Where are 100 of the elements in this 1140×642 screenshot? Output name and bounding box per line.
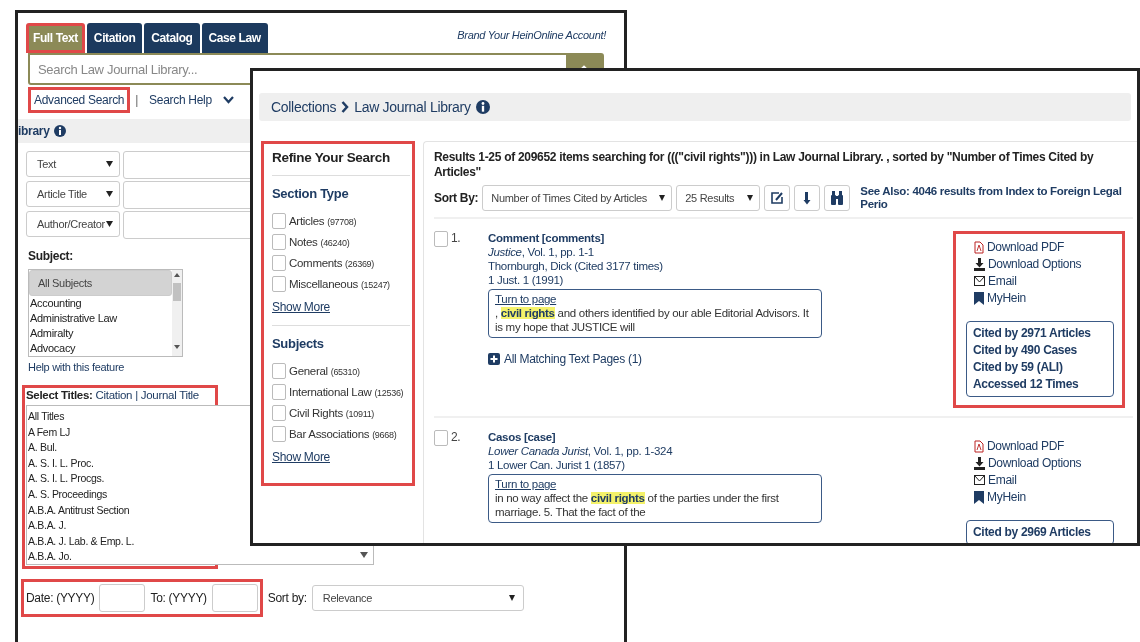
- title-option[interactable]: A.B.A. J. Lab. & Emp. L.: [28, 533, 135, 550]
- plus-icon: [488, 353, 500, 365]
- action-link[interactable]: Download Options: [974, 456, 1114, 470]
- result-author: 1 Lower Can. Jurist 1 (1857): [488, 458, 626, 472]
- title-option[interactable]: A.B.A. Jo.: [28, 549, 72, 565]
- results-heading: Results 1-25 of 209652 items searching for ((("civil rights"))) in Law Journal Library. , sorted by "Number of Times Cited by Articles": [434, 150, 1095, 180]
- show-more-link[interactable]: Show More: [272, 300, 330, 314]
- select-titles-label: Select Titles:: [26, 389, 93, 401]
- citation-stat-link[interactable]: Cited by 2969 Articles: [973, 524, 1107, 541]
- checkbox[interactable]: [272, 384, 286, 400]
- filter-option[interactable]: General (65310): [272, 363, 410, 379]
- year-field[interactable]: [211, 584, 258, 612]
- results-per-page-select[interactable]: 25 Results: [676, 185, 761, 211]
- citation-stat-link[interactable]: Cited by 59 (ALI): [973, 359, 1107, 376]
- subject-option[interactable]: Admiralty: [29, 326, 172, 341]
- help-link[interactable]: Help with this feature: [28, 361, 125, 373]
- filter-option[interactable]: International Law (12536): [272, 384, 410, 400]
- search-link[interactable]: Advanced Search: [28, 87, 131, 113]
- show-more-link[interactable]: Show More: [272, 450, 330, 464]
- citation-stat-link[interactable]: Cited by 2971 Articles: [973, 325, 1107, 342]
- sort-label: Sort By:: [434, 191, 479, 205]
- date-from-label: Date: (YYYY): [26, 591, 95, 605]
- checkbox[interactable]: [272, 405, 286, 421]
- field-select[interactable]: Article Title: [26, 181, 120, 207]
- scrollbar[interactable]: [172, 270, 182, 356]
- title-mode-link[interactable]: Journal Title: [140, 389, 199, 401]
- title-option[interactable]: A.B.A. Antitrust Section: [28, 502, 130, 519]
- scroll-down-icon[interactable]: [360, 552, 368, 558]
- checkbox[interactable]: [272, 426, 286, 442]
- action-link[interactable]: MyHein: [974, 291, 1114, 305]
- info-icon: [475, 100, 490, 114]
- turn-to-page-link[interactable]: Turn to page: [495, 293, 557, 305]
- checkbox[interactable]: [272, 234, 286, 250]
- year-field[interactable]: [99, 584, 146, 612]
- citation-stat-link[interactable]: Cited by 490 Cases: [973, 342, 1107, 359]
- checkbox[interactable]: [272, 213, 286, 229]
- brand-link[interactable]: Brand Your HeinOnline Account!: [457, 29, 606, 53]
- action-link[interactable]: Download Options: [974, 257, 1114, 271]
- checkbox[interactable]: [272, 276, 286, 292]
- title-option[interactable]: All Titles: [28, 409, 65, 425]
- checkbox[interactable]: [434, 430, 448, 446]
- title-option[interactable]: A. S. I. L. Procgs.: [28, 471, 104, 487]
- action-link[interactable]: Email: [974, 473, 1114, 487]
- caret-icon: [508, 595, 515, 601]
- sort-label: Sort by:: [267, 591, 307, 605]
- sort-order-button[interactable]: [794, 185, 821, 211]
- title-option[interactable]: A Fem LJ: [28, 424, 70, 441]
- result-source: Justice, Vol. 1, pp. 1-1: [488, 245, 595, 259]
- checkbox[interactable]: [272, 363, 286, 379]
- search-tab[interactable]: Case Law: [201, 23, 268, 53]
- title-option[interactable]: A.B.A. J.: [28, 518, 67, 534]
- result-number: 1.: [451, 231, 461, 245]
- citation-stat-link[interactable]: Accessed 12 Times: [973, 376, 1107, 393]
- subject-option[interactable]: Accounting: [29, 296, 172, 311]
- checkbox[interactable]: [434, 231, 448, 247]
- result-source: Lower Canada Jurist, Vol. 1, pp. 1-324: [488, 444, 674, 458]
- subject-option[interactable]: Advocacy: [29, 341, 172, 356]
- search-tab[interactable]: Catalog: [144, 23, 200, 53]
- turn-to-page-link[interactable]: Turn to page: [495, 478, 557, 490]
- action-link[interactable]: Download PDF: [974, 240, 1114, 254]
- subject-option[interactable]: Administrative Law: [29, 311, 172, 326]
- binoculars-button[interactable]: [824, 185, 851, 211]
- matching-pages-link[interactable]: All Matching Text Pages (1): [504, 352, 642, 366]
- link-separator: |: [135, 93, 139, 107]
- filter-option[interactable]: Miscellaneous (15247): [272, 276, 410, 292]
- subject-option[interactable]: All Subjects: [29, 270, 172, 296]
- date-to-label: To: (YYYY): [150, 591, 207, 605]
- checkbox[interactable]: [272, 255, 286, 271]
- action-link[interactable]: Download PDF: [974, 439, 1114, 453]
- see-also-link[interactable]: See Also: 4046 results from Index to Foreign Legal Perio: [860, 185, 1133, 211]
- breadcrumb-link[interactable]: Collections: [271, 99, 337, 115]
- title-option[interactable]: A. S. I. L. Proc.: [28, 455, 94, 472]
- filter-option[interactable]: Articles (97708): [272, 213, 410, 229]
- snippet-text: in no way affect the civil rights of the parties under the first marriage. 5. That the fact of the: [495, 491, 780, 519]
- sort-select[interactable]: Number of Times Cited by Articles: [482, 185, 673, 211]
- search-placeholder: Search Law Journal Library...: [37, 61, 199, 77]
- edit-button[interactable]: [764, 185, 791, 211]
- field-select[interactable]: Author/Creator: [26, 211, 120, 237]
- title-mode-link[interactable]: Citation: [95, 389, 133, 401]
- search-link[interactable]: Search Help: [143, 87, 218, 113]
- envelope-icon: [974, 276, 985, 286]
- result-title-link[interactable]: Casos [case]: [488, 431, 556, 443]
- sort-select[interactable]: Relevance: [311, 585, 524, 611]
- caret-icon: [106, 161, 113, 167]
- action-link[interactable]: Email: [974, 274, 1114, 288]
- subject-listbox[interactable]: All Subjects Accounting Administrative Law Admiralty Advocacy: [28, 269, 183, 357]
- action-link[interactable]: MyHein: [974, 490, 1114, 504]
- search-tab[interactable]: Citation: [86, 23, 143, 53]
- result-title-link[interactable]: Comment [comments]: [488, 232, 604, 244]
- search-tab[interactable]: Full Text: [26, 23, 85, 53]
- filter-heading: Section Type: [272, 186, 350, 201]
- caret-icon: [106, 221, 113, 227]
- filter-option[interactable]: Notes (46240): [272, 234, 410, 250]
- field-select[interactable]: Text: [26, 151, 120, 177]
- title-option[interactable]: A. S. Proceedings: [28, 486, 107, 503]
- bookmark-icon: [974, 490, 984, 504]
- title-option[interactable]: A. Bul.: [28, 440, 57, 456]
- filter-heading: Subjects: [272, 336, 325, 351]
- pdf-file-icon: [974, 240, 984, 254]
- filter-option[interactable]: Comments (26369): [272, 255, 410, 271]
